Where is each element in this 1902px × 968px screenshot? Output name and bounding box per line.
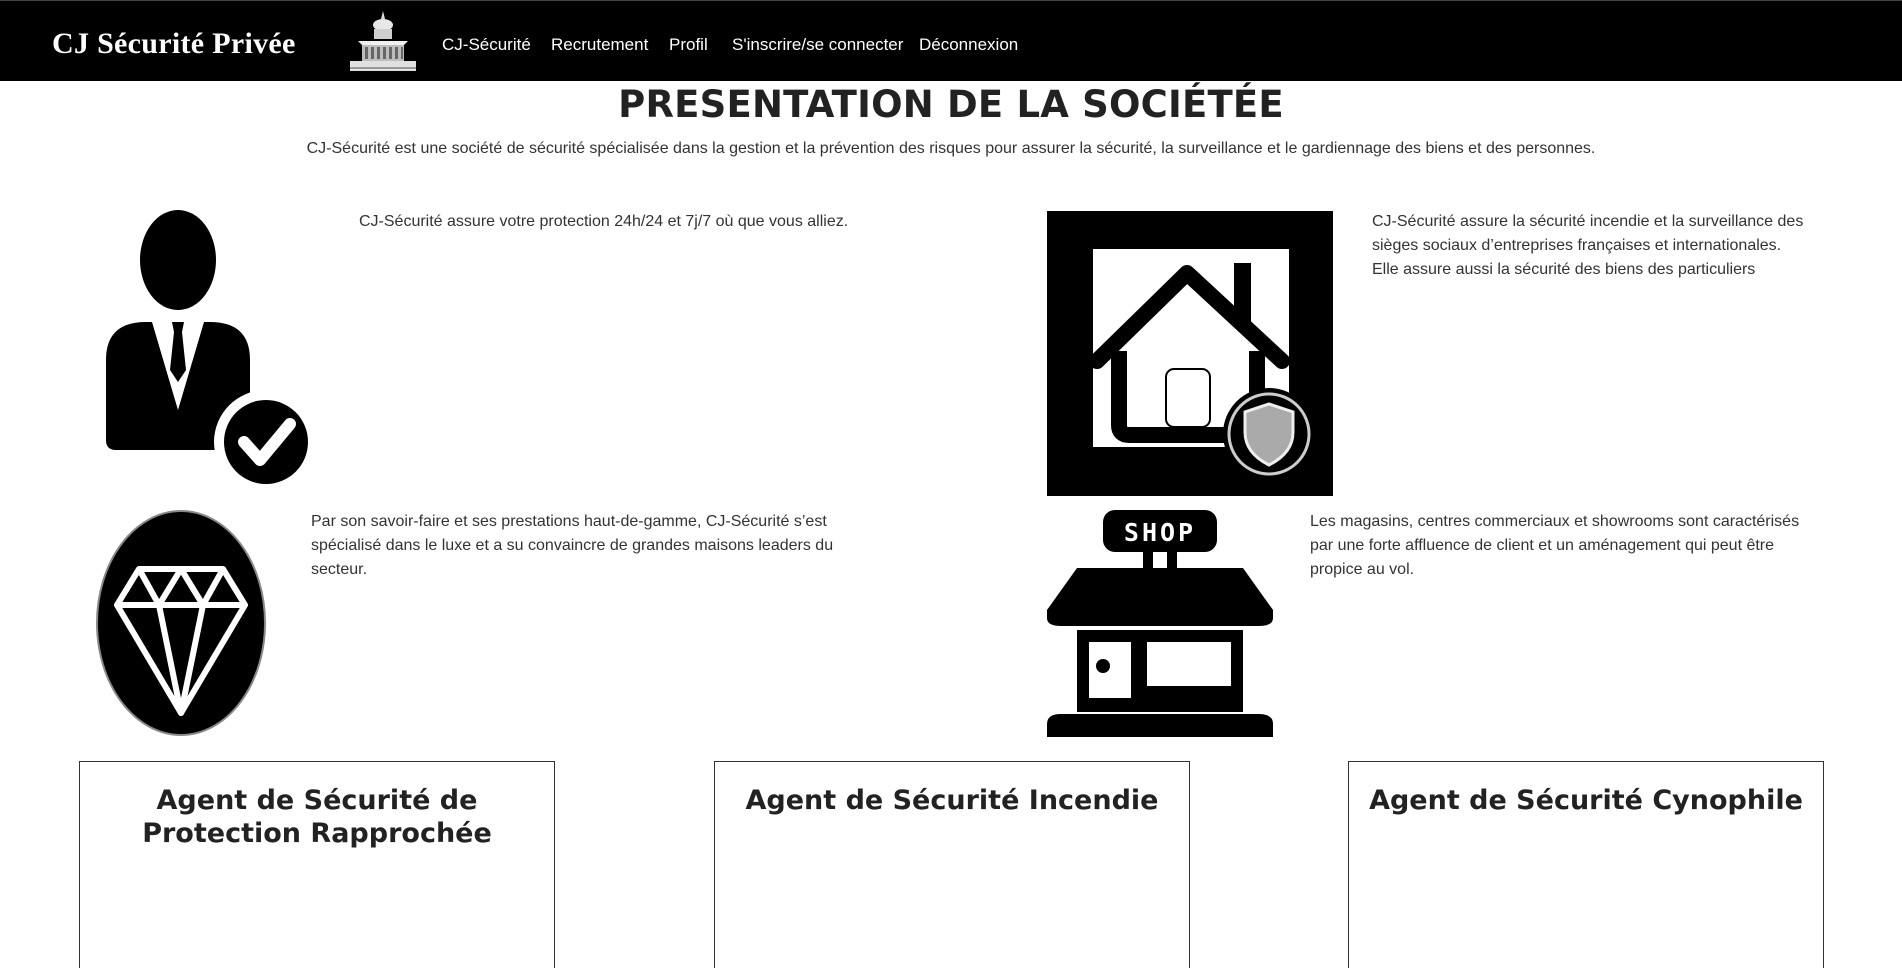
feature-text-luxe: Par son savoir-faire et ses prestations …: [311, 510, 833, 582]
card-incendie[interactable]: Agent de Sécurité Incendie: [714, 761, 1190, 968]
feature-text-line: Par son savoir-faire et ses prestations …: [311, 513, 827, 530]
brand-name[interactable]: CJ Sécurité Privée: [52, 27, 296, 61]
card-title: Agent de Sécurité Cynophile: [1369, 785, 1803, 816]
house-shield-icon: [1047, 211, 1333, 496]
diamond-icon: [96, 510, 266, 736]
nav-profil[interactable]: Profil: [669, 35, 708, 55]
building-logo-icon[interactable]: [344, 9, 422, 73]
feature-text-protection: CJ-Sécurité assure votre protection 24h/…: [359, 213, 849, 230]
feature-text-magasins: Les magasins, centres commerciaux et sho…: [1310, 510, 1799, 582]
nav-deconnexion[interactable]: Déconnexion: [919, 35, 1018, 55]
card-title: Agent de Sécurité de Protection Rapproch…: [142, 785, 492, 849]
feature-text-incendie: CJ-Sécurité assure la sécurité incendie …: [1372, 210, 1803, 282]
nav-inscrire-connecter[interactable]: S'inscrire/se connecter: [732, 35, 903, 55]
shop-icon: SHOP: [1047, 510, 1273, 737]
agent-check-icon: [106, 210, 312, 494]
feature-text-line: CJ-Sécurité assure la sécurité incendie …: [1372, 213, 1804, 230]
feature-text-line: par une forte affluence de client et un …: [1310, 537, 1775, 554]
feature-text-line: Elle assure aussi la sécurité des biens …: [1372, 261, 1756, 278]
feature-text-line: Les magasins, centres commerciaux et sho…: [1310, 513, 1800, 530]
feature-text-line: sièges sociaux d’entreprises françaises …: [1372, 237, 1782, 254]
page-title: PRESENTATION DE LA SOCIÉTÉE: [618, 83, 1284, 126]
navbar: CJ Sécurité Privée CJ-Sécurité Recruteme…: [0, 0, 1902, 81]
shop-sign-text: SHOP: [1124, 518, 1196, 547]
nav-cj-securite[interactable]: CJ-Sécurité: [442, 35, 531, 55]
card-cynophile[interactable]: Agent de Sécurité Cynophile: [1348, 761, 1824, 968]
intro-text: CJ-Sécurité est une société de sécurité …: [306, 140, 1596, 157]
feature-text-line: secteur.: [311, 561, 368, 578]
card-protection-rapprochee[interactable]: Agent de Sécurité de Protection Rapproch…: [79, 761, 555, 968]
feature-text-line: propice au vol.: [1310, 561, 1415, 578]
nav-recrutement[interactable]: Recrutement: [551, 35, 648, 55]
feature-text-line: spécialisé dans le luxe et a su convainc…: [311, 537, 834, 554]
card-title: Agent de Sécurité Incendie: [745, 785, 1159, 816]
